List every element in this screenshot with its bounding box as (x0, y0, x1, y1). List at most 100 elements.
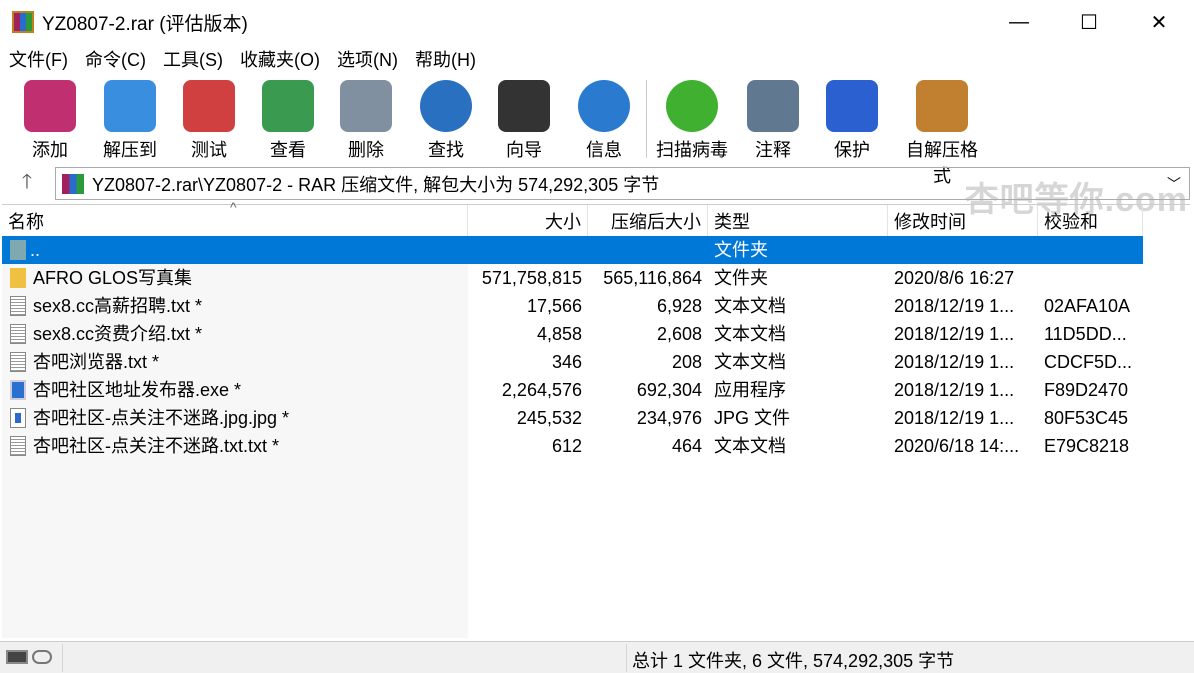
toolbar-button-label: 测试 (191, 140, 227, 160)
toolbar-button-label: 向导 (506, 140, 542, 160)
minimize-button[interactable]: — (984, 0, 1054, 44)
cell-size: 346 (551, 352, 582, 372)
menu-item-5[interactable]: 帮助(H) (406, 46, 484, 72)
address-bar: 🡑 YZ0807-2.rar\YZ0807-2 - RAR 压缩文件, 解包大小… (0, 167, 1194, 200)
path-text: YZ0807-2.rar\YZ0807-2 - RAR 压缩文件, 解包大小为 … (92, 174, 660, 195)
drive-icon[interactable] (6, 650, 28, 664)
menu-item-1[interactable]: 命令(C) (76, 46, 154, 72)
cell-crc: E79C8218 (1044, 436, 1130, 456)
status-summary: 总计 1 文件夹, 6 文件, 574,292,305 字节 (632, 651, 955, 671)
cell-name: sex8.cc高薪招聘.txt * (33, 296, 203, 316)
file-row[interactable]: AFRO GLOS写真集 571,758,815 565,116,864 文件夹 202… (2, 264, 1143, 292)
chevron-down-icon[interactable]: ﹀ (1167, 174, 1181, 194)
path-dropdown[interactable]: YZ0807-2.rar\YZ0807-2 - RAR 压缩文件, 解包大小为 … (55, 167, 1190, 200)
cell-modified: 2018/12/19 1... (894, 380, 1015, 400)
image-file-icon (10, 408, 26, 428)
menu-item-4[interactable]: 选项(N) (328, 46, 406, 72)
sfx-icon (916, 80, 968, 132)
column-header-crc[interactable]: 校验和 (1038, 205, 1143, 236)
column-header-packed[interactable]: 压缩后大小 (588, 205, 708, 236)
winrar-app-icon (12, 11, 34, 33)
cell-size: 612 (551, 436, 582, 456)
maximize-button[interactable]: ☐ (1054, 0, 1124, 44)
cell-modified: 2018/12/19 1... (894, 324, 1015, 344)
column-header-size[interactable]: 大小 (468, 205, 588, 236)
toolbar-button-label: 注释 (755, 140, 791, 160)
menu-item-0[interactable]: 文件(F) (0, 46, 76, 72)
toolbar-button-7[interactable]: 信息 (565, 80, 643, 162)
toolbar-button-4[interactable]: 删除 (327, 80, 405, 162)
cell-packed (588, 236, 702, 264)
close-button[interactable]: ✕ (1124, 0, 1194, 44)
cell-crc: F89D2470 (1044, 380, 1129, 400)
toolbar-button-8[interactable]: 扫描病毒 (653, 80, 731, 162)
toolbar-button-label: 解压到 (103, 140, 157, 160)
file-row[interactable]: 杏吧社区地址发布器.exe * 2,264,576 692,304 应用程序 2018/… (2, 376, 1143, 404)
cell-type: 文件夹 (714, 240, 768, 260)
toolbar-button-1[interactable]: 解压到 (91, 80, 169, 162)
file-row[interactable]: sex8.cc高薪招聘.txt * 17,566 6,928 文本文档 2018/12/… (2, 292, 1143, 320)
extract-folder-icon (104, 80, 156, 132)
toolbar-button-label: 删除 (348, 140, 384, 160)
cell-modified: 2020/8/6 16:27 (894, 268, 1015, 288)
cell-name: sex8.cc资费介绍.txt * (33, 324, 203, 344)
cell-size: 571,758,815 (481, 268, 582, 288)
cell-name: .. (30, 240, 41, 260)
cell-packed: 464 (671, 436, 702, 456)
menu-bar: 文件(F) 命令(C) 工具(S) 收藏夹(O) 选项(N) 帮助(H) (0, 44, 484, 74)
exe-file-icon (10, 380, 26, 400)
status-divider (62, 644, 63, 672)
cell-size: 2,264,576 (501, 380, 582, 400)
cell-packed: 692,304 (636, 380, 702, 400)
file-list[interactable]: 名称 大小 压缩后大小 类型 修改时间 校验和 ^.. 文件夹 AFRO GLOS写真集 571,… (2, 199, 1190, 638)
cell-name: 杏吧浏览器.txt * (33, 352, 160, 372)
toolbar-button-label: 保护 (834, 140, 870, 160)
text-file-icon (10, 296, 26, 316)
status-divider (626, 644, 627, 672)
window-title: YZ0807-2.rar (评估版本) (42, 13, 248, 35)
toolbar-button-label: 添加 (32, 140, 68, 160)
cell-crc: CDCF5D... (1044, 352, 1133, 372)
add-archive-icon (24, 80, 76, 132)
column-header-type[interactable]: 类型 (708, 205, 888, 236)
info-icon (578, 80, 630, 132)
toolbar-button-2[interactable]: 测试 (170, 80, 248, 162)
virus-scan-icon (666, 80, 718, 132)
comment-icon (747, 80, 799, 132)
text-file-icon (10, 324, 26, 344)
menu-item-3[interactable]: 收藏夹(O) (231, 46, 328, 72)
key-icon[interactable] (32, 650, 52, 664)
toolbar-button-10[interactable]: 保护 (813, 80, 891, 162)
cell-type: 文本文档 (714, 436, 786, 456)
toolbar-button-label: 扫描病毒 (656, 140, 728, 160)
toolbar-button-0[interactable]: 添加 (11, 80, 89, 162)
cell-name: AFRO GLOS写真集 (33, 268, 193, 288)
cell-size (468, 236, 582, 264)
toolbar-button-5[interactable]: 查找 (407, 80, 485, 162)
cell-packed: 565,116,864 (603, 268, 702, 288)
cell-modified: 2018/12/19 1... (894, 296, 1015, 316)
toolbar-button-9[interactable]: 注释 (734, 80, 812, 162)
file-row[interactable]: 杏吧浏览器.txt * 346 208 文本文档 2018/12/19 1... CDCF… (2, 348, 1143, 376)
cell-packed: 234,976 (636, 408, 702, 428)
shield-icon (826, 80, 878, 132)
toolbar-button-label: 查看 (270, 140, 306, 160)
menu-item-2[interactable]: 工具(S) (154, 46, 231, 72)
cell-crc (1044, 236, 1143, 264)
cell-packed: 2,608 (656, 324, 702, 344)
file-row[interactable]: 杏吧社区-点关注不迷路.txt.txt * 612 464 文本文档 2020/6/18… (2, 432, 1143, 460)
cell-crc: 11D5DD... (1044, 324, 1127, 344)
cell-type: 应用程序 (714, 380, 786, 400)
column-header-modified[interactable]: 修改时间 (888, 205, 1038, 236)
cell-type: 文本文档 (714, 324, 786, 344)
toolbar-button-6[interactable]: 向导 (485, 80, 563, 162)
toolbar: 杏吧等你.com 添加 解压到 测试 查看 删除 查找 向导 信息 扫描病毒 注释 保护 自解压格式 (0, 74, 1194, 219)
file-row[interactable]: .. 文件夹 (2, 236, 1143, 264)
text-file-icon (10, 436, 26, 456)
file-row[interactable]: 杏吧社区-点关注不迷路.jpg.jpg * 245,532 234,976 JPG 文… (2, 404, 1143, 432)
toolbar-button-3[interactable]: 查看 (249, 80, 327, 162)
archive-icon (62, 173, 84, 194)
up-arrow-icon[interactable]: 🡑 (0, 167, 54, 201)
cell-crc (1044, 264, 1143, 292)
file-row[interactable]: sex8.cc资费介绍.txt * 4,858 2,608 文本文档 2018/12/1… (2, 320, 1143, 348)
